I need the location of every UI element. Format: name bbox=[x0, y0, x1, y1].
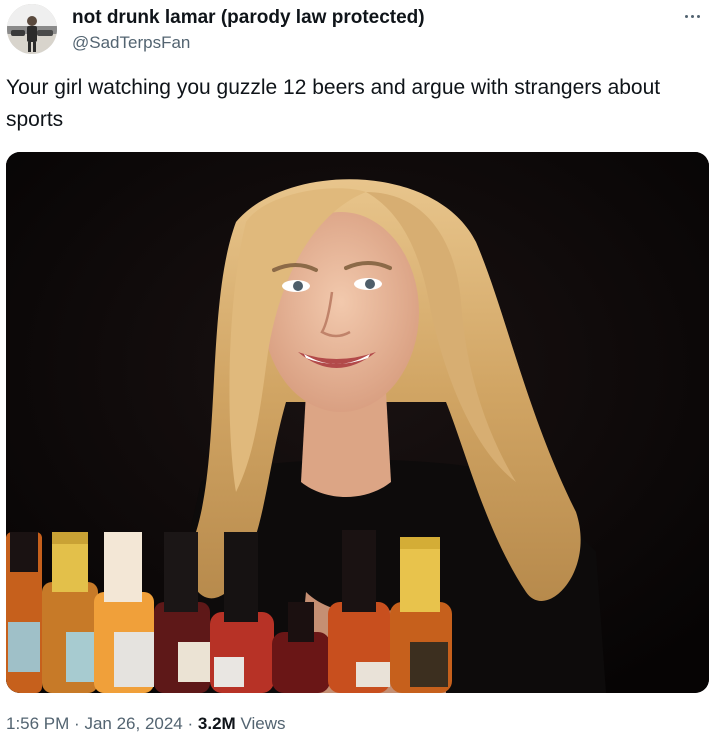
avatar-image bbox=[7, 4, 57, 54]
views-label: Views bbox=[240, 714, 286, 733]
display-name[interactable]: not drunk lamar (parody law protected) bbox=[72, 6, 425, 30]
tweet-text: Your girl watching you guzzle 12 beers a… bbox=[6, 76, 661, 131]
tweet-meta: 1:56 PM · Jan 26, 2024 · 3.2M Views bbox=[6, 714, 285, 734]
tweet-media-image[interactable] bbox=[6, 152, 709, 693]
more-horizontal-icon[interactable] bbox=[680, 8, 704, 24]
tweet-header: not drunk lamar (parody law protected) @… bbox=[0, 0, 716, 64]
user-avatar[interactable] bbox=[7, 4, 57, 54]
dot bbox=[690, 14, 694, 18]
separator: · bbox=[74, 714, 80, 733]
tweet-date[interactable]: Jan 26, 2024 bbox=[84, 714, 182, 733]
dot bbox=[696, 14, 700, 18]
views-count: 3.2M bbox=[197, 714, 236, 733]
user-handle[interactable]: @SadTerpsFan bbox=[72, 31, 425, 55]
tweet-time[interactable]: 1:56 PM bbox=[6, 714, 69, 733]
user-name-block: not drunk lamar (parody law protected) @… bbox=[72, 6, 425, 55]
separator: · bbox=[187, 714, 194, 733]
media-photo bbox=[6, 152, 709, 693]
dot bbox=[684, 14, 688, 18]
